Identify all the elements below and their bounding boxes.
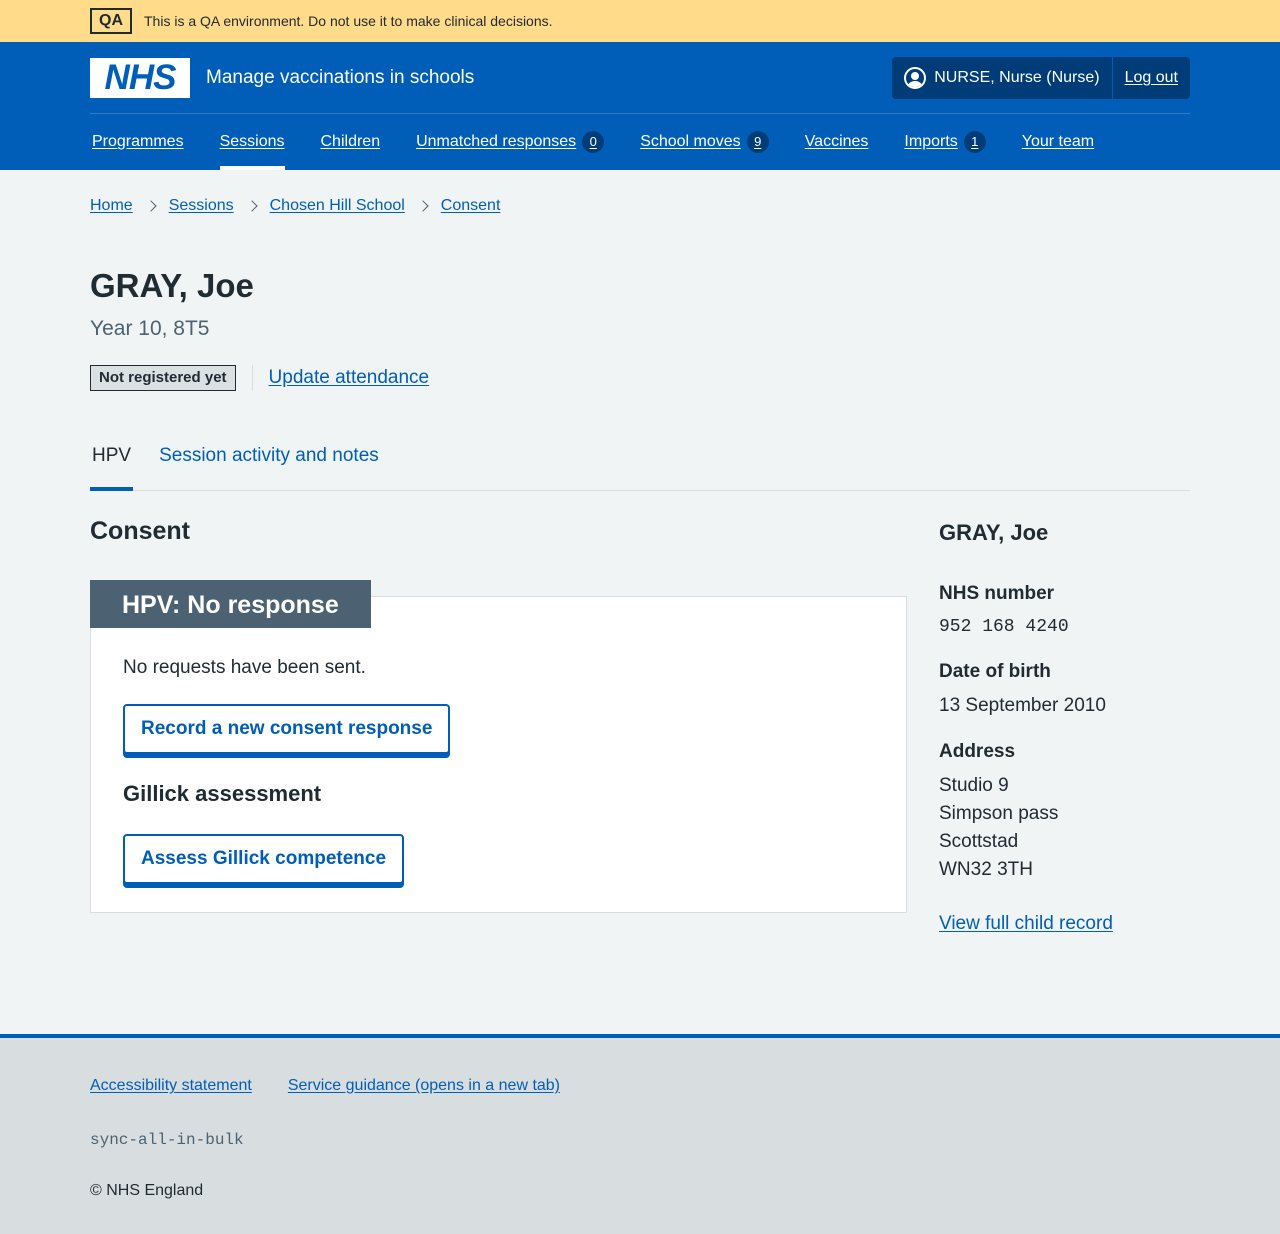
status-row: Not registered yet Update attendance	[90, 362, 1190, 394]
breadcrumb-consent[interactable]: Consent	[441, 194, 501, 218]
divider	[251, 365, 253, 392]
nav-item-school-moves[interactable]: School moves 9	[640, 114, 769, 170]
nav-item-your-team[interactable]: Your team	[1022, 114, 1094, 170]
update-attendance-link[interactable]: Update attendance	[269, 364, 430, 392]
service-guidance-link[interactable]: Service guidance (opens in a new tab)	[288, 1074, 560, 1098]
tab-hpv[interactable]: HPV	[90, 438, 134, 492]
address-line: Scottstad	[939, 830, 1019, 852]
consent-card: HPV: No response No requests have been s…	[90, 579, 907, 913]
address-label: Address	[939, 741, 1016, 762]
nav-item-label: Your team	[1021, 133, 1095, 151]
consent-card-heading: HPV: No response	[90, 579, 371, 628]
qa-tag: QA	[90, 8, 132, 34]
nhs-logo[interactable]: NHS	[90, 57, 190, 98]
breadcrumb-home[interactable]: Home	[90, 194, 133, 218]
nav-item-label: Sessions	[219, 133, 285, 151]
qa-banner: QA This is a QA environment. Do not use …	[0, 0, 1280, 42]
breadcrumb-sessions[interactable]: Sessions	[169, 194, 234, 218]
chevron-right-icon	[417, 200, 429, 212]
chevron-right-icon	[145, 200, 157, 212]
page-caption: Year 10, 8T5	[90, 316, 210, 340]
footer-build-code: sync-all-in-bulk	[90, 1131, 244, 1150]
tab-list: HPV Session activity and notes	[90, 438, 1190, 492]
address-line: Studio 9	[939, 774, 1009, 796]
nav-item-label: Children	[320, 133, 381, 151]
consent-section: Consent HPV: No response No requests hav…	[90, 515, 907, 937]
nhs-number-value: 952 168 4240	[939, 616, 1069, 637]
nav-item-imports[interactable]: Imports 1	[904, 114, 986, 170]
site-header: NHS Manage vaccinations in schools NURSE…	[0, 42, 1280, 170]
nav-count-badge: 0	[582, 131, 605, 153]
page-title: GRAY, Joe	[90, 267, 254, 304]
account-user-name: NURSE, Nurse (Nurse)	[934, 68, 1100, 86]
accessibility-statement-link[interactable]: Accessibility statement	[90, 1074, 252, 1098]
logout-link[interactable]: Log out	[1113, 57, 1190, 99]
qa-banner-text: This is a QA environment. Do not use it …	[144, 12, 553, 29]
nhs-number-label: NHS number	[939, 582, 1055, 604]
status-badge: Not registered yet	[90, 365, 236, 392]
main-content: Home Sessions Chosen Hill School Consent…	[90, 170, 1190, 938]
nav-item-programmes[interactable]: Programmes	[92, 114, 184, 170]
chevron-right-icon	[245, 200, 258, 212]
nav-item-vaccines[interactable]: Vaccines	[805, 114, 869, 170]
user-icon	[904, 66, 927, 89]
dob-label: Date of birth	[939, 661, 1051, 683]
section-title: Consent	[90, 517, 190, 546]
dob-value: 13 September 2010	[939, 695, 1106, 717]
child-name: GRAY, Joe	[939, 520, 1049, 546]
site-footer: Accessibility statement Service guidance…	[0, 1033, 1280, 1234]
account-user: NURSE, Nurse (Nurse)	[892, 56, 1113, 99]
nav-count-badge: 1	[963, 131, 986, 153]
nav-item-label: Imports	[904, 133, 958, 151]
address-line: Simpson pass	[939, 802, 1059, 824]
nav-item-label: School moves	[640, 133, 741, 151]
record-consent-button[interactable]: Record a new consent response	[123, 703, 451, 754]
service-name[interactable]: Manage vaccinations in schools	[206, 64, 474, 92]
consent-card-body: No requests have been sent. Record a new…	[90, 595, 907, 913]
nav-count-badge: 9	[746, 131, 769, 153]
address-line: WN32 3TH	[939, 858, 1033, 880]
view-child-record-link[interactable]: View full child record	[939, 910, 1113, 938]
nav-item-unmatched-responses[interactable]: Unmatched responses 0	[416, 114, 605, 170]
consent-message: No requests have been sent.	[123, 656, 366, 678]
breadcrumb: Home Sessions Chosen Hill School Consent	[90, 170, 1190, 242]
assess-gillick-button[interactable]: Assess Gillick competence	[123, 834, 405, 884]
primary-nav: Programmes Sessions Children Unmatched r…	[90, 114, 1190, 170]
nav-item-label: Unmatched responses	[416, 133, 577, 151]
child-summary: GRAY, Joe NHS number 952 168 4240 Date o…	[939, 515, 1190, 937]
breadcrumb-school[interactable]: Chosen Hill School	[270, 194, 405, 218]
nav-item-label: Programmes	[92, 133, 184, 151]
account-menu: NURSE, Nurse (Nurse) Log out	[892, 56, 1190, 99]
tab-session-activity[interactable]: Session activity and notes	[157, 438, 381, 490]
nav-item-label: Vaccines	[804, 133, 869, 151]
gillick-heading: Gillick assessment	[123, 780, 322, 806]
address-value: Studio 9 Simpson pass Scottstad WN32 3TH	[939, 772, 1190, 884]
nav-item-sessions[interactable]: Sessions	[219, 114, 285, 170]
footer-copyright: © NHS England	[90, 1181, 204, 1199]
nav-item-children[interactable]: Children	[321, 114, 381, 170]
